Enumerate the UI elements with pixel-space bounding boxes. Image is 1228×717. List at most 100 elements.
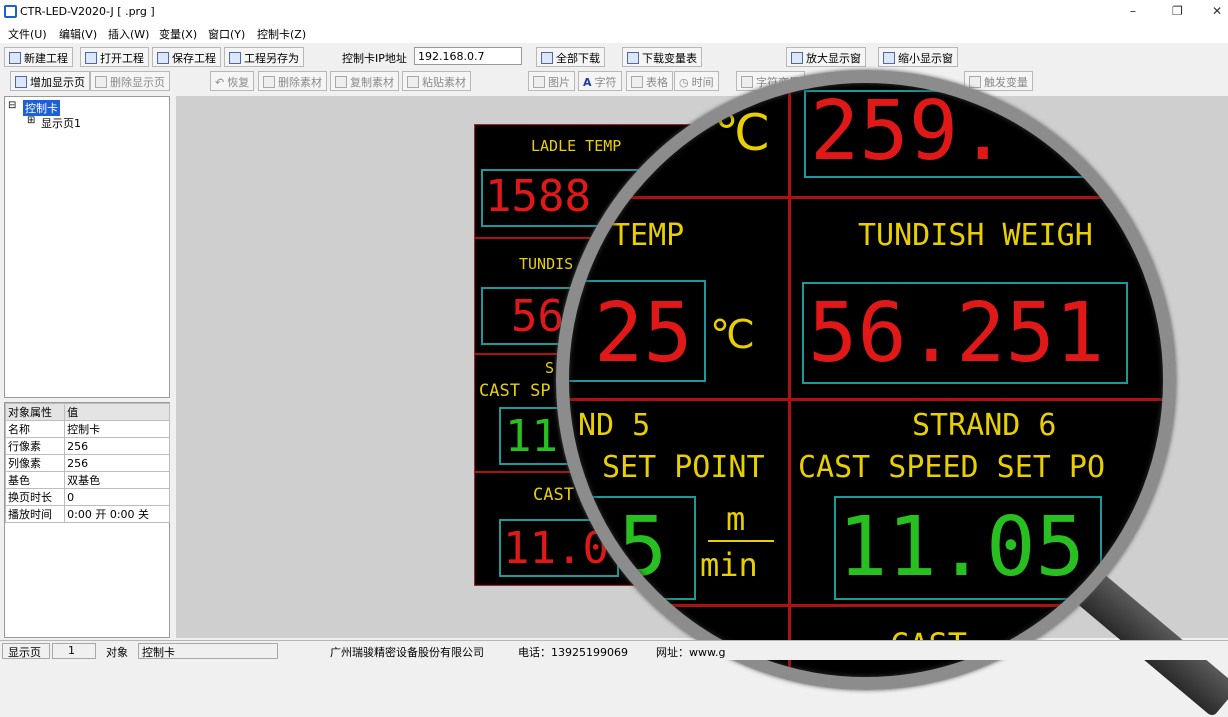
strand-label: S [545, 359, 555, 377]
delete-item-button[interactable]: 删除素材 [258, 71, 327, 91]
tree-page-1[interactable]: 显示页1 [41, 115, 81, 131]
status-page-label: 显示页 [8, 646, 41, 659]
zoom-in-button[interactable]: 放大显示窗 [786, 47, 866, 67]
add-page-button[interactable]: 增加显示页 [10, 71, 90, 91]
download-vars-icon [627, 52, 639, 64]
prop-value[interactable]: 256 [64, 437, 170, 455]
prop-value[interactable]: 控制卡 [64, 420, 170, 438]
new-project-label: 新建工程 [24, 52, 68, 65]
tree-root-control-card[interactable]: 控制卡 [23, 100, 60, 116]
status-page-number: 1 [68, 644, 75, 657]
prop-key: 基色 [4, 471, 66, 489]
save-as-icon [229, 52, 241, 64]
close-button[interactable]: ✕ [1212, 4, 1222, 18]
prop-key: 名称 [4, 420, 66, 438]
ip-address-input[interactable]: 192.168.0.7 [414, 47, 522, 65]
minimize-button[interactable]: – [1130, 4, 1136, 18]
header-value: 值 [64, 403, 170, 421]
add-page-icon [15, 76, 27, 88]
save-icon [157, 52, 169, 64]
menu-insert[interactable]: 插入(W) [108, 26, 149, 42]
download-vars-label: 下载变量表 [642, 52, 697, 65]
window-title: CTR-LED-V2020-J [ .prg ] [20, 5, 155, 18]
prop-key: 行像素 [4, 437, 66, 455]
menu-window[interactable]: 窗口(Y) [208, 26, 245, 42]
zoom-in-icon [791, 52, 803, 64]
menu-control-card[interactable]: 控制卡(Z) [257, 26, 306, 42]
menu-file[interactable]: 文件(U) [8, 26, 47, 42]
status-object-label: 对象 [106, 646, 128, 659]
menu-edit[interactable]: 编辑(V) [59, 26, 97, 42]
image-label: 图片 [548, 76, 570, 89]
undo-button[interactable]: ↶ 恢复 [210, 71, 255, 91]
delete-page-label: 删除显示页 [110, 76, 165, 89]
new-file-icon [9, 52, 21, 64]
prop-value[interactable]: 双基色 [64, 471, 170, 489]
download-vars-button[interactable]: 下载变量表 [622, 47, 702, 67]
tundish-value: 56 [511, 291, 564, 342]
delete-page-button[interactable]: 删除显示页 [90, 71, 170, 91]
maximize-button[interactable]: ❐ [1172, 4, 1183, 18]
edit-toolbar: 增加显示页 删除显示页 ↶ 恢复 删除素材 复制素材 粘贴素材 图片 A 字符 表格… [0, 70, 1228, 92]
expand-icon[interactable]: ⊞ [27, 115, 35, 126]
table-button[interactable]: 表格 [626, 71, 673, 91]
zoom-out-label: 缩小显示窗 [898, 52, 953, 65]
property-panel: 对象属性值 名称 控制卡 行像素 256 列像素 256 基色 双基色 换页时长 0 播放… [4, 402, 170, 638]
cast-speed-value: 11 [505, 411, 558, 462]
collapse-icon[interactable]: ⊟ [8, 100, 16, 111]
prop-key: 播放时间 [4, 505, 66, 523]
menu-bar: 文件(U) 编辑(V) 插入(W) 变量(X) 窗口(Y) 控制卡(Z) [0, 24, 1228, 43]
copy-item-button[interactable]: 复制素材 [330, 71, 399, 91]
prop-value[interactable]: 0 [64, 488, 170, 506]
delete-page-icon [95, 76, 107, 88]
prop-value[interactable]: 0:00 开 0:00 关 [64, 505, 170, 523]
image-icon [533, 76, 545, 88]
title-bar: CTR-LED-V2020-J [ .prg ] – ❐ ✕ [0, 0, 1228, 24]
image-button[interactable]: 图片 [528, 71, 575, 91]
time-button[interactable]: ◷ 时间 [674, 71, 719, 91]
ip-address-label: 控制卡IP地址 [342, 52, 407, 65]
paste-item-button[interactable]: 粘贴素材 [402, 71, 471, 91]
table-label: 表格 [646, 76, 668, 89]
tundish-label: TUNDIS [519, 255, 574, 273]
zoom-out-button[interactable]: 缩小显示窗 [878, 47, 958, 67]
new-project-button[interactable]: 新建工程 [4, 47, 73, 67]
property-table: 对象属性值 名称 控制卡 行像素 256 列像素 256 基色 双基色 换页时长 0 播放… [4, 403, 170, 523]
time-label: 时间 [691, 76, 714, 89]
undo-label: 恢复 [227, 76, 250, 89]
save-project-button[interactable]: 保存工程 [152, 47, 221, 67]
save-as-button[interactable]: 工程另存为 [224, 47, 304, 67]
paste-icon [407, 76, 419, 88]
text-icon: A [583, 75, 592, 89]
clock-icon: ◷ [679, 75, 689, 89]
project-tree: ⊟ 控制卡 ⊞ 显示页1 [4, 96, 170, 398]
copy-icon [335, 76, 347, 88]
copy-item-label: 复制素材 [350, 76, 394, 89]
main-toolbar: 新建工程 打开工程 保存工程 工程另存为 控制卡IP地址 192.168.0.7… [0, 46, 1228, 68]
zoom-in-label: 放大显示窗 [806, 52, 861, 65]
download-all-label: 全部下载 [556, 52, 600, 65]
status-bar: 显示页 1 对象 控制卡 广州瑞骏精密设备股份有限公司 电话：139251990… [0, 640, 1228, 660]
status-website: 网址：www.g [656, 646, 726, 659]
menu-variable[interactable]: 变量(X) [159, 26, 197, 42]
magnifier-ring [556, 70, 1176, 690]
header-attribute: 对象属性 [4, 403, 66, 421]
text-button[interactable]: A 字符 [578, 71, 622, 91]
download-icon [541, 52, 553, 64]
download-all-button[interactable]: 全部下载 [536, 47, 605, 67]
prop-value[interactable]: 256 [64, 454, 170, 472]
paste-item-label: 粘贴素材 [422, 76, 466, 89]
status-company: 广州瑞骏精密设备股份有限公司 [330, 646, 484, 659]
zoom-out-icon [883, 52, 895, 64]
folder-open-icon [85, 52, 97, 64]
delete-item-label: 删除素材 [278, 76, 322, 89]
text-label: 字符 [594, 76, 617, 89]
open-project-label: 打开工程 [100, 52, 144, 65]
table-icon [631, 76, 643, 88]
cast-speed-label: CAST SP [479, 381, 551, 401]
prop-key: 列像素 [4, 454, 66, 472]
app-logo-icon [4, 5, 17, 18]
open-project-button[interactable]: 打开工程 [80, 47, 149, 67]
status-phone: 电话：13925199069 [518, 646, 628, 659]
char-var-icon [741, 76, 753, 88]
